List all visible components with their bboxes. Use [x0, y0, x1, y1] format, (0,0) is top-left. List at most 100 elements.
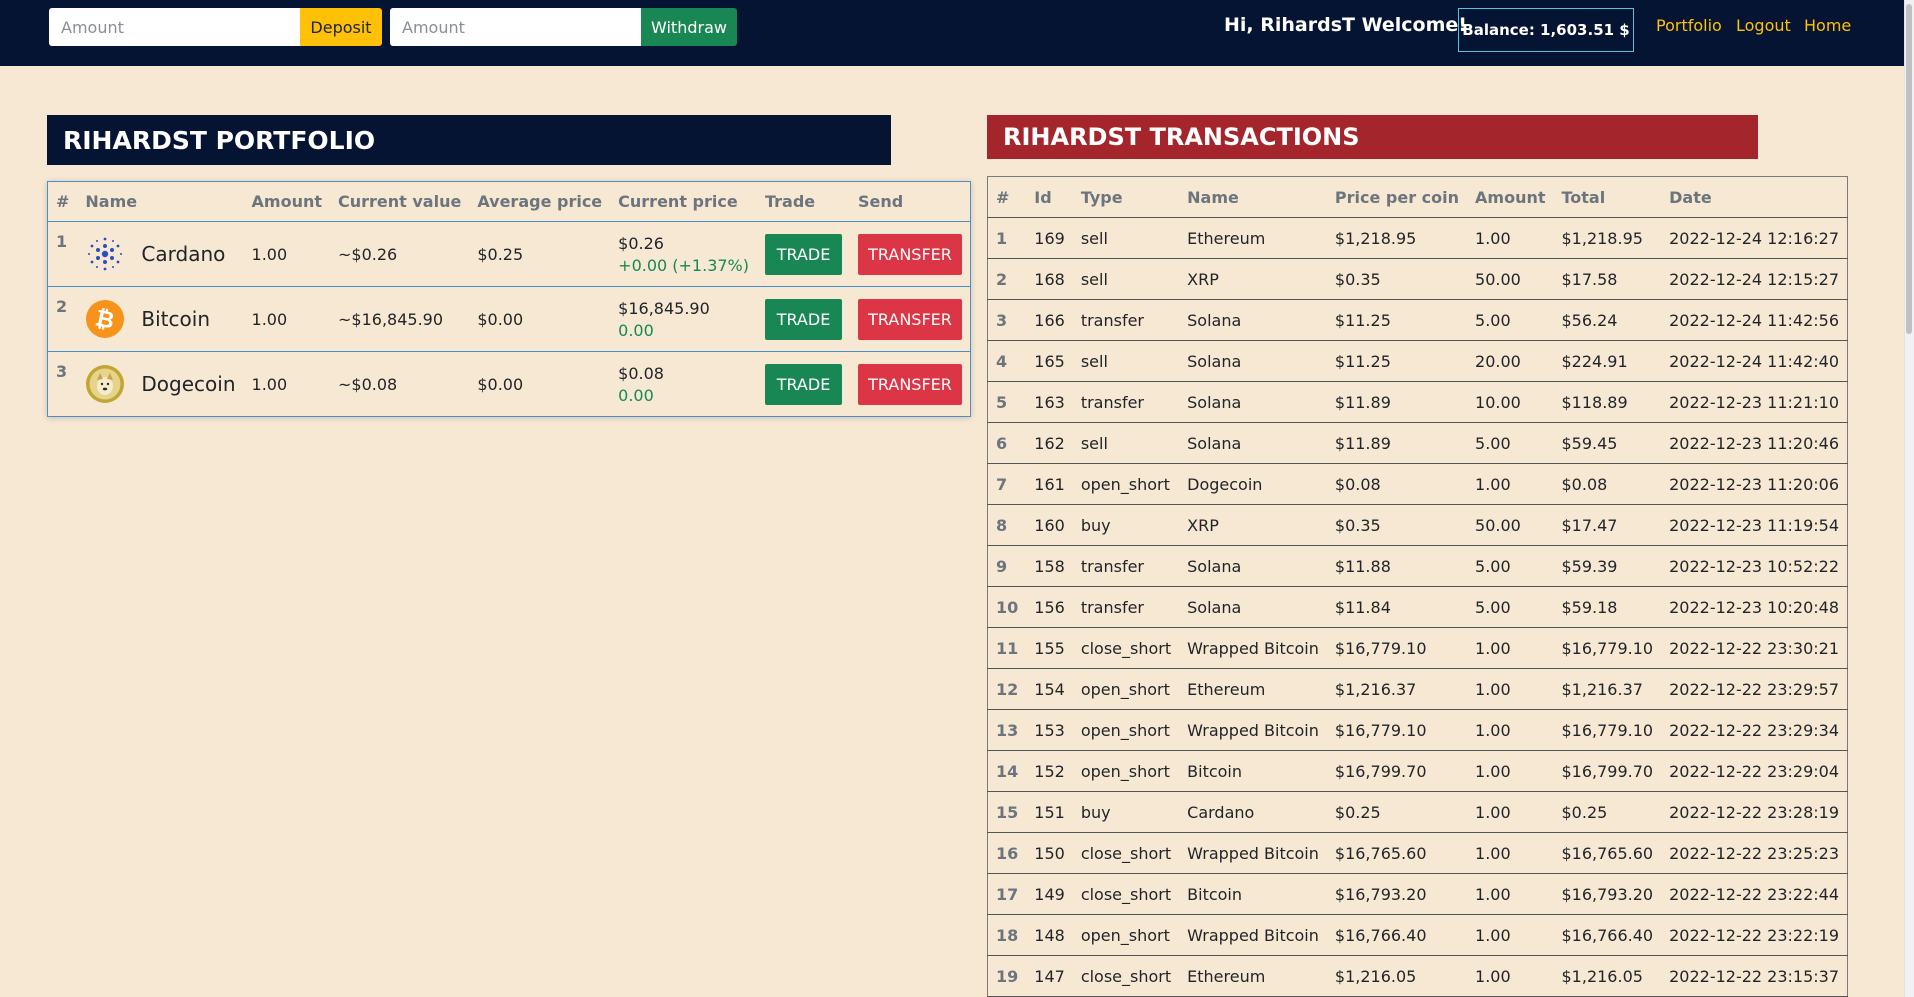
transaction-row: 18 148 open_short Wrapped Bitcoin $16,766.40… — [987, 914, 1848, 956]
tx-type: close_short — [1072, 873, 1180, 915]
tx-date: 2022-12-23 11:21:10 — [1661, 381, 1848, 423]
scrollbar-thumb[interactable] — [1906, 4, 1912, 334]
amount-cell: 1.00 — [251, 374, 288, 394]
price-per-coin: $1,218.95 — [1326, 217, 1468, 259]
tx-type: buy — [1072, 791, 1180, 833]
trade-cell: TRADE — [757, 352, 850, 417]
row-index: 6 — [987, 422, 1027, 464]
tx-date: 2022-12-22 23:15:37 — [1661, 955, 1848, 997]
tx-total: $56.24 — [1553, 299, 1662, 341]
price-per-coin: $11.84 — [1326, 586, 1468, 628]
bitcoin-icon: ₿ — [86, 300, 125, 338]
price-per-coin: $11.25 — [1326, 299, 1468, 341]
transaction-row: 19 147 close_short Ethereum $1,216.05 1.00 $1,… — [987, 955, 1848, 997]
tx-date: 2022-12-24 12:15:27 — [1661, 258, 1848, 300]
portfolio-header-row: # Name Amount Current value Average pric… — [47, 181, 971, 222]
tx-type: buy — [1072, 504, 1180, 546]
coin-name: Dogecoin — [1179, 463, 1327, 505]
nav-link-logout[interactable]: Logout — [1736, 16, 1791, 35]
trade-button[interactable]: TRADE — [765, 298, 842, 340]
column-header: Name — [77, 181, 244, 222]
transfer-button[interactable]: TRANSFER — [858, 363, 962, 405]
transactions-title: RIHARDST TRANSACTIONS — [987, 115, 1758, 159]
column-header: Current value — [330, 181, 470, 222]
tx-id: 169 — [1026, 217, 1073, 259]
column-header: Id — [1026, 176, 1073, 218]
coin-name: Solana — [1179, 299, 1327, 341]
transaction-row: 17 149 close_short Bitcoin $16,793.20 1.00 $16… — [987, 873, 1848, 915]
transfer-button[interactable]: TRANSFER — [858, 233, 962, 275]
price-per-coin: $0.35 — [1326, 258, 1468, 300]
tx-id: 151 — [1026, 791, 1073, 833]
tx-amount: 1.00 — [1467, 668, 1554, 710]
tx-type: sell — [1072, 422, 1180, 464]
withdraw-amount-input[interactable] — [390, 8, 641, 46]
current-price: $0.08 — [618, 363, 664, 383]
tx-type: sell — [1072, 340, 1180, 382]
send-cell: TRANSFER — [850, 352, 971, 417]
tx-total: $1,216.05 — [1553, 955, 1662, 997]
tx-total: $17.58 — [1553, 258, 1662, 300]
balance-badge: Balance: 1,603.51 $ — [1458, 8, 1634, 52]
tx-id: 166 — [1026, 299, 1073, 341]
coin-name: Cardano — [1179, 791, 1327, 833]
current-price-cell: $0.26 +0.00 (+1.37%) — [610, 221, 757, 287]
column-header: # — [47, 181, 78, 222]
tx-date: 2022-12-22 23:29:57 — [1661, 668, 1848, 710]
row-index: 9 — [987, 545, 1027, 587]
withdraw-button[interactable]: Withdraw — [641, 8, 737, 46]
column-header: Average price — [469, 181, 611, 222]
coin-name-cell: Cardano — [77, 221, 244, 287]
current-price-cell: $16,845.90 0.00 — [610, 286, 757, 352]
column-header: Date — [1661, 176, 1848, 218]
transaction-row: 4 165 sell Solana $11.25 20.00 $224.91 2022-12-… — [987, 340, 1848, 382]
coin-name: Ethereum — [1179, 217, 1327, 259]
price-per-coin: $16,779.10 — [1326, 627, 1468, 669]
transaction-row: 6 162 sell Solana $11.89 5.00 $59.45 2022-12-23… — [987, 422, 1848, 464]
tx-date: 2022-12-22 23:22:19 — [1661, 914, 1848, 956]
coin-name: Solana — [1179, 545, 1327, 587]
tx-total: $17.47 — [1553, 504, 1662, 546]
tx-id: 155 — [1026, 627, 1073, 669]
tx-amount: 1.00 — [1467, 873, 1554, 915]
column-header: # — [987, 176, 1027, 218]
row-index: 8 — [987, 504, 1027, 546]
transaction-row: 9 158 transfer Solana $11.88 5.00 $59.39 2022-1… — [987, 545, 1848, 587]
row-index: 4 — [987, 340, 1027, 382]
average-price-cell: $0.00 — [469, 286, 611, 352]
transaction-row: 5 163 transfer Solana $11.89 10.00 $118.89 2022… — [987, 381, 1848, 423]
tx-date: 2022-12-23 11:19:54 — [1661, 504, 1848, 546]
price-per-coin: $16,765.60 — [1326, 832, 1468, 874]
tx-type: transfer — [1072, 381, 1180, 423]
tx-total: $16,793.20 — [1553, 873, 1662, 915]
trade-button[interactable]: TRADE — [765, 363, 842, 405]
row-index: 12 — [987, 668, 1027, 710]
tx-amount: 1.00 — [1467, 750, 1554, 792]
coin-name-cell: Dogecoin — [77, 352, 243, 417]
tx-amount: 5.00 — [1467, 299, 1554, 341]
row-index: 7 — [987, 463, 1027, 505]
coin-name: XRP — [1179, 258, 1327, 300]
price-change: 0.00 — [618, 320, 654, 340]
row-index: 17 — [987, 873, 1027, 915]
tx-total: $59.18 — [1553, 586, 1662, 628]
tx-id: 153 — [1026, 709, 1073, 751]
coin-name: Dogecoin — [141, 372, 236, 396]
transfer-button[interactable]: TRANSFER — [858, 298, 962, 340]
deposit-button[interactable]: Deposit — [300, 8, 382, 46]
transaction-row: 16 150 close_short Wrapped Bitcoin $16,765.6… — [987, 832, 1848, 874]
trade-button[interactable]: TRADE — [765, 233, 842, 275]
nav-link-home[interactable]: Home — [1804, 16, 1851, 35]
transaction-row: 12 154 open_short Ethereum $1,216.37 1.00 $1,2… — [987, 668, 1848, 710]
price-per-coin: $0.35 — [1326, 504, 1468, 546]
tx-date: 2022-12-23 10:52:22 — [1661, 545, 1848, 587]
tx-amount: 1.00 — [1467, 709, 1554, 751]
row-index: 11 — [987, 627, 1027, 669]
transaction-row: 1 169 sell Ethereum $1,218.95 1.00 $1,218.95 20… — [987, 217, 1848, 259]
average-price-cell: $0.25 — [469, 221, 611, 287]
tx-type: open_short — [1072, 750, 1180, 792]
deposit-amount-input[interactable] — [49, 8, 300, 46]
nav-link-portfolio[interactable]: Portfolio — [1656, 16, 1722, 35]
amount-cell: 1.00 — [243, 221, 330, 287]
row-index: 19 — [987, 955, 1027, 997]
